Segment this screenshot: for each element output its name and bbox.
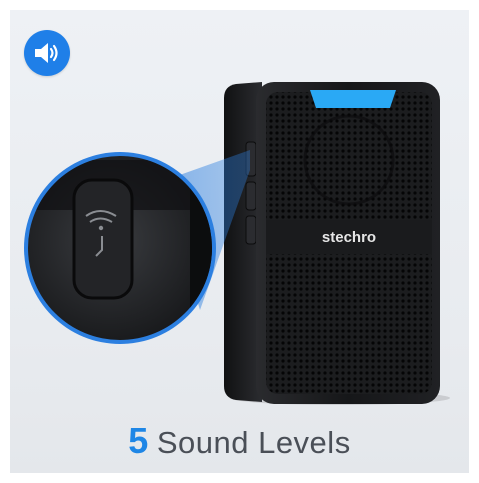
side-button-2: [245, 181, 257, 211]
caption-text: Sound Levels: [156, 425, 351, 460]
doorbell-receiver-scene: stechro: [24, 82, 450, 405]
led-indicator: [310, 90, 396, 108]
caption-number: 5: [128, 420, 149, 461]
side-button-3: [245, 215, 257, 245]
feature-caption: 5 Sound Levels: [10, 420, 469, 462]
product-image-frame: stechro 5 Sound Levels: [10, 10, 469, 473]
brand-logo: stechro: [322, 229, 376, 246]
